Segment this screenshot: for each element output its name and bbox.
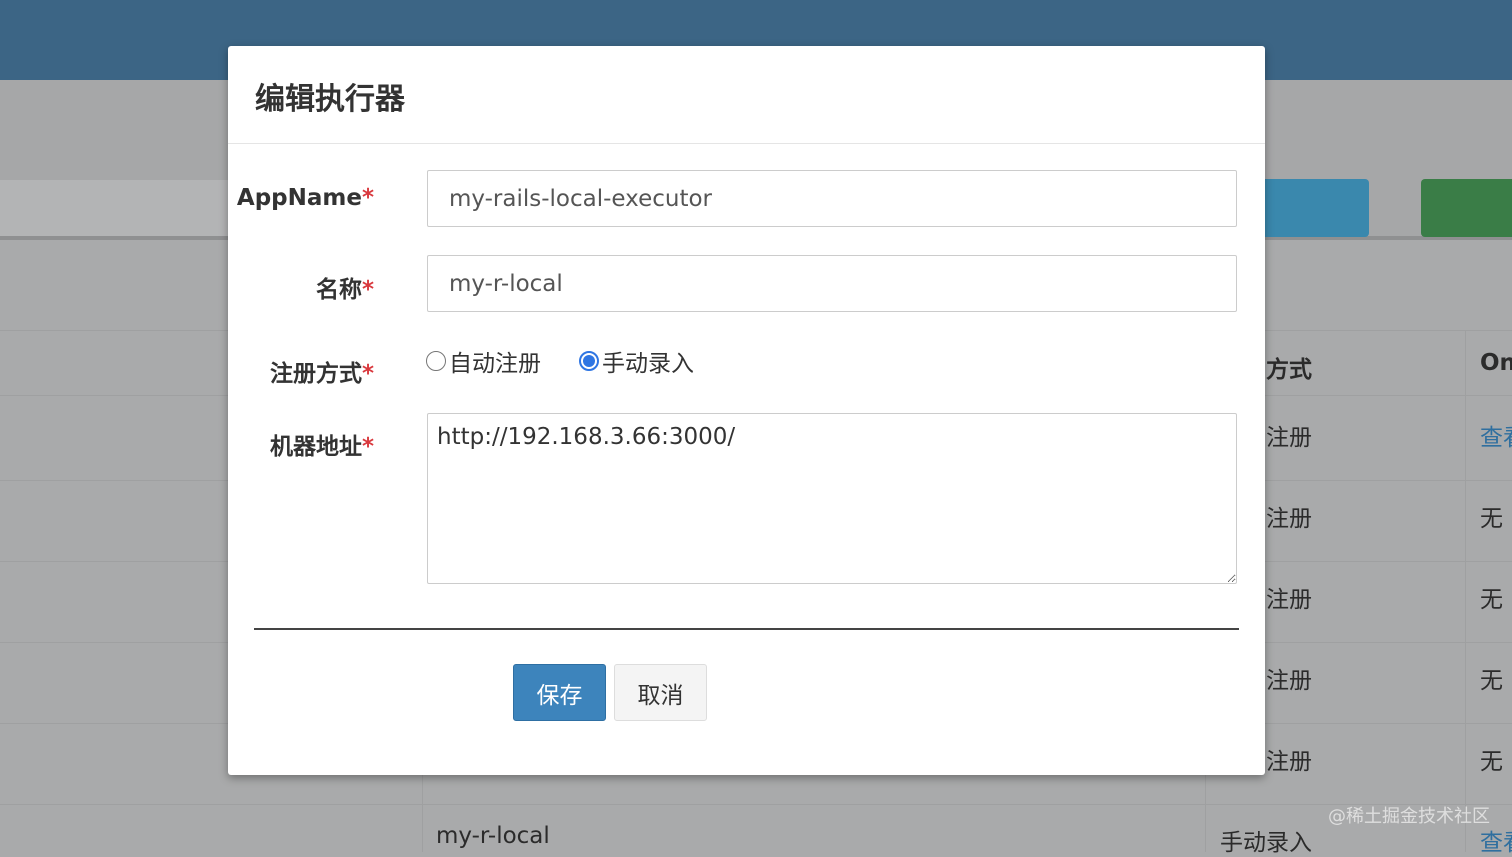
name-label-text: 名称 xyxy=(315,277,362,303)
watermark: @稀土掘金技术社区 xyxy=(1328,806,1490,827)
cell-method: 注册 xyxy=(1266,587,1312,613)
radio-manual-entry[interactable]: 手动录入 xyxy=(579,344,694,378)
radio-button-checked[interactable] xyxy=(579,351,599,371)
edit-executor-modal: 编辑执行器 AppName* 名称* 注册方式* 自动注册 手动录入 机器地址*… xyxy=(228,46,1265,775)
modal-header: 编辑执行器 xyxy=(228,46,1265,144)
appname-label: AppName* xyxy=(228,185,374,211)
header-method: 方式 xyxy=(1266,357,1312,383)
radio-auto-register-label: 自动注册 xyxy=(449,351,541,377)
name-label: 名称* xyxy=(228,270,374,304)
save-button[interactable]: 保存 xyxy=(513,664,606,721)
appname-label-text: AppName xyxy=(236,185,362,211)
required-mark: * xyxy=(361,277,374,303)
address-label: 机器地址* xyxy=(228,427,374,461)
cell-online: 无 xyxy=(1480,587,1503,613)
radio-auto-register[interactable]: 自动注册 xyxy=(426,344,541,378)
table-row xyxy=(0,804,1512,805)
search-button[interactable] xyxy=(1250,179,1369,237)
cell-title: my-r-local xyxy=(436,823,550,849)
register-type-radio-group: 自动注册 手动录入 xyxy=(426,344,732,378)
table-column-divider xyxy=(1465,330,1466,852)
cell-method: 注册 xyxy=(1266,425,1312,451)
cell-online: 无 xyxy=(1480,506,1503,532)
required-mark: * xyxy=(361,361,374,387)
required-mark: * xyxy=(361,434,374,460)
header-online: On xyxy=(1480,350,1512,376)
address-textarea[interactable]: http://192.168.3.66:3000/ xyxy=(427,413,1237,584)
modal-title: 编辑执行器 xyxy=(255,82,405,117)
cancel-button[interactable]: 取消 xyxy=(614,664,707,721)
cell-online: 无 xyxy=(1480,668,1503,694)
required-mark: * xyxy=(361,185,374,211)
search-strip xyxy=(0,180,240,240)
cell-method: 注册 xyxy=(1266,749,1312,775)
add-button[interactable] xyxy=(1421,179,1512,237)
cell-online: 无 xyxy=(1480,749,1503,775)
register-type-label: 注册方式* xyxy=(228,354,374,388)
cell-method: 注册 xyxy=(1266,506,1312,532)
radio-button-unchecked[interactable] xyxy=(426,351,446,371)
form-divider xyxy=(254,628,1239,630)
address-label-text: 机器地址 xyxy=(269,434,362,460)
name-input[interactable] xyxy=(427,255,1237,312)
appname-input[interactable] xyxy=(427,170,1237,227)
register-type-label-text: 注册方式 xyxy=(269,361,362,387)
cell-method: 注册 xyxy=(1266,668,1312,694)
radio-manual-entry-label: 手动录入 xyxy=(602,351,694,377)
cell-online-link[interactable]: 查看 xyxy=(1480,418,1512,452)
